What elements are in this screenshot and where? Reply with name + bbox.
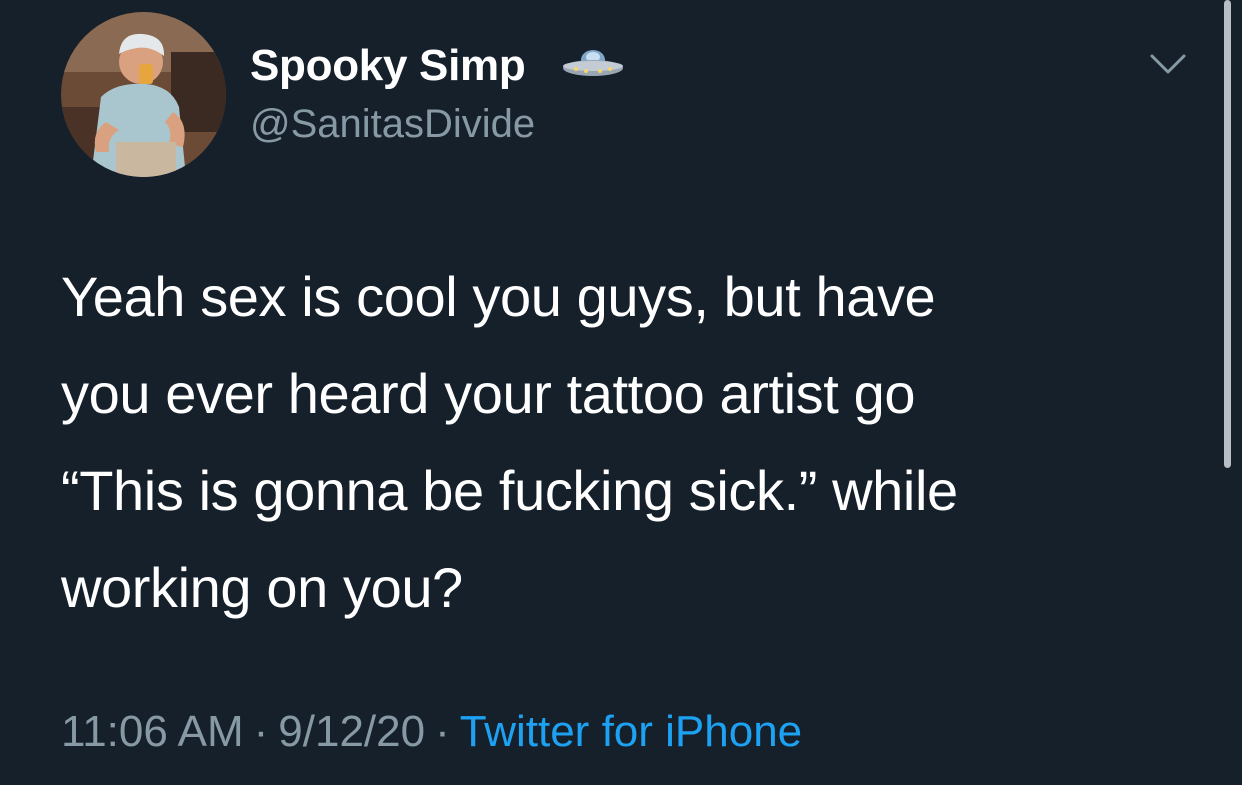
display-name[interactable]: Spooky Simp	[250, 38, 526, 94]
avatar[interactable]	[61, 12, 226, 177]
user-handle[interactable]: @SanitasDivide	[250, 98, 535, 150]
tweet-time[interactable]: 11:06 AM	[61, 707, 244, 756]
tweet-metadata: 11:06 AM · 9/12/20 · Twitter for iPhone	[61, 702, 802, 762]
tweet-text: Yeah sex is cool you guys, but have you …	[61, 248, 1181, 636]
separator: ·	[435, 707, 450, 756]
tweet-text-line: you ever heard your tattoo artist go	[61, 362, 916, 425]
ufo-icon	[563, 50, 623, 76]
tweet-source-link[interactable]: Twitter for iPhone	[460, 707, 802, 756]
profile-photo	[61, 12, 226, 177]
separator: ·	[253, 707, 269, 756]
chevron-down-icon[interactable]	[1148, 50, 1188, 78]
tweet-text-line: “This is gonna be fucking sick.” while	[61, 459, 958, 522]
tweet: Spooky Simp @SanitasDivide Yeah sex is c…	[0, 0, 1242, 785]
tweet-date[interactable]: 9/12/20	[278, 707, 425, 756]
tweet-text-line: Yeah sex is cool you guys, but have	[61, 265, 936, 328]
scrollbar[interactable]	[1224, 0, 1231, 468]
tweet-text-line: working on you?	[61, 556, 463, 619]
